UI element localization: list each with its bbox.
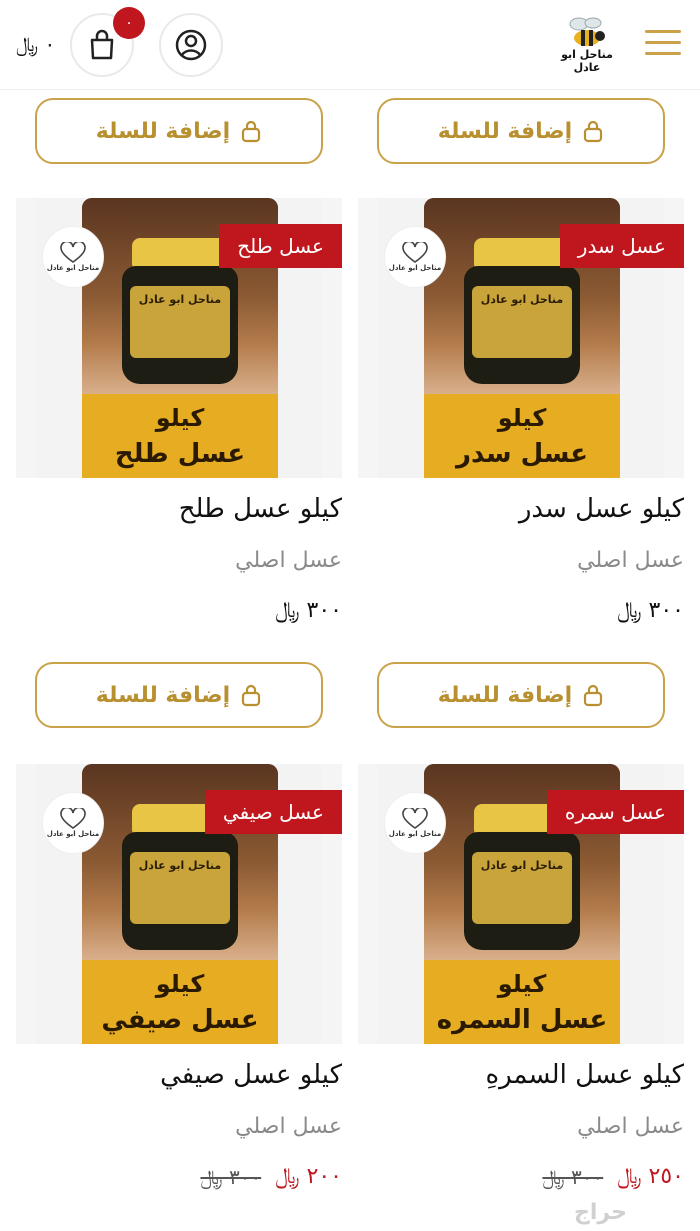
heart-icon (60, 242, 86, 263)
product-subtitle: عسل اصلي (235, 1114, 342, 1139)
product-card[interactable]: مناحل ابو عادل كيلو عسل طلح عسل طلح مناح… (16, 198, 342, 638)
wishlist-logo-text: مناحل ابو عادل (388, 264, 442, 272)
store-logo[interactable]: مناحل ابو عادل (552, 14, 622, 74)
watermark: حراج (574, 1200, 627, 1225)
jar-lid (474, 238, 570, 268)
add-to-cart-button[interactable]: إضافة للسلة (35, 662, 323, 728)
price-old: ٣٠٠ ﷼ (542, 1164, 604, 1189)
jar-lid (132, 238, 228, 268)
product-price: ٣٠٠ ﷼ (275, 598, 342, 623)
wishlist-logo-text: مناحل ابو عادل (46, 264, 100, 272)
account-button[interactable] (159, 13, 223, 77)
product-image[interactable]: مناحل ابو عادل كيلو عسل صيفي عسل صيفي من… (16, 764, 342, 1044)
jar-label: مناحل ابو عادل (472, 286, 572, 358)
jar-label: مناحل ابو عادل (130, 852, 230, 924)
product-name[interactable]: كيلو عسل سدر (519, 494, 684, 524)
product-subtitle: عسل اصلي (577, 548, 684, 573)
photo-caption: كيلو عسل سدر (424, 394, 620, 478)
price-current: ٢٠٠ ﷼ (275, 1164, 342, 1189)
category-tag: عسل طلح (219, 224, 342, 268)
lock-icon (242, 120, 261, 143)
photo-caption-name: عسل صيفي (101, 1005, 259, 1035)
app-header: ٠ ﷼ ٠ مناحل ابو عادل (0, 0, 700, 90)
wishlist-button[interactable]: مناحل ابو عادل (384, 792, 446, 854)
photo-caption-name: عسل طلح (114, 439, 246, 469)
category-tag: عسل سمره (546, 790, 684, 834)
jar-label: مناحل ابو عادل (130, 286, 230, 358)
photo-caption-kilo: كيلو (155, 404, 205, 432)
product-image[interactable]: مناحل ابو عادل كيلو عسل السمره عسل سمره … (358, 764, 684, 1044)
lock-icon (242, 684, 261, 707)
product-price: ٣٠٠ ﷼ (617, 598, 684, 623)
cart-count-badge: ٠ (113, 7, 145, 39)
jar-label: مناحل ابو عادل (472, 852, 572, 924)
add-to-cart-label: إضافة للسلة (95, 118, 231, 144)
product-card[interactable]: مناحل ابو عادل كيلو عسل سدر عسل سدر مناح… (358, 198, 684, 638)
price-current: ٢٥٠ ﷼ (617, 1164, 684, 1189)
photo-caption: كيلو عسل طلح (82, 394, 278, 478)
wishlist-button[interactable]: مناحل ابو عادل (42, 226, 104, 288)
heart-icon (402, 808, 428, 829)
add-to-cart-label: إضافة للسلة (437, 682, 573, 708)
add-to-cart-button[interactable]: إضافة للسلة (35, 98, 323, 164)
product-card[interactable]: مناحل ابو عادل كيلو عسل صيفي عسل صيفي من… (16, 764, 342, 1204)
product-name[interactable]: كيلو عسل السمرهِ (485, 1060, 684, 1090)
add-to-cart-button[interactable]: إضافة للسلة (377, 662, 665, 728)
product-name[interactable]: كيلو عسل طلح (179, 494, 342, 524)
price-old: ٣٠٠ ﷼ (200, 1164, 262, 1189)
category-tag: عسل صيفي (204, 790, 342, 834)
lock-icon (584, 684, 603, 707)
photo-caption: كيلو عسل صيفي (82, 960, 278, 1044)
product-image[interactable]: مناحل ابو عادل كيلو عسل سدر عسل سدر مناح… (358, 198, 684, 478)
logo-text: مناحل ابو عادل (561, 48, 613, 74)
wishlist-logo-text: مناحل ابو عادل (388, 830, 442, 838)
product-subtitle: عسل اصلي (577, 1114, 684, 1139)
product-subtitle: عسل اصلي (235, 548, 342, 573)
product-name[interactable]: كيلو عسل صيفي (160, 1060, 342, 1090)
photo-caption-name: عسل السمره (436, 1005, 608, 1035)
lock-icon (584, 120, 603, 143)
add-to-cart-label: إضافة للسلة (437, 118, 573, 144)
photo-caption: كيلو عسل السمره (424, 960, 620, 1044)
product-image[interactable]: مناحل ابو عادل كيلو عسل طلح عسل طلح مناح… (16, 198, 342, 478)
photo-caption-kilo: كيلو (155, 970, 205, 998)
wishlist-button[interactable]: مناحل ابو عادل (384, 226, 446, 288)
price-current: ٣٠٠ ﷼ (275, 598, 342, 623)
hamburger-menu-icon[interactable] (645, 30, 681, 60)
product-card[interactable]: مناحل ابو عادل كيلو عسل السمره عسل سمره … (358, 764, 684, 1204)
photo-caption-name: عسل سدر (455, 439, 589, 469)
photo-caption-kilo: كيلو (497, 970, 547, 998)
product-price: ٢٥٠ ﷼ ٣٠٠ ﷼ (542, 1164, 684, 1189)
add-to-cart-label: إضافة للسلة (95, 682, 231, 708)
wishlist-logo-text: مناحل ابو عادل (46, 830, 100, 838)
wishlist-button[interactable]: مناحل ابو عادل (42, 792, 104, 854)
photo-caption-kilo: كيلو (497, 404, 547, 432)
heart-icon (402, 242, 428, 263)
shopping-bag-icon (90, 29, 114, 60)
user-icon (175, 29, 207, 61)
cart-total: ٠ ﷼ (16, 32, 56, 56)
heart-icon (60, 808, 86, 829)
category-tag: عسل سدر (559, 224, 684, 268)
product-price: ٢٠٠ ﷼ ٣٠٠ ﷼ (200, 1164, 342, 1189)
price-current: ٣٠٠ ﷼ (617, 598, 684, 623)
add-to-cart-button[interactable]: إضافة للسلة (377, 98, 665, 164)
